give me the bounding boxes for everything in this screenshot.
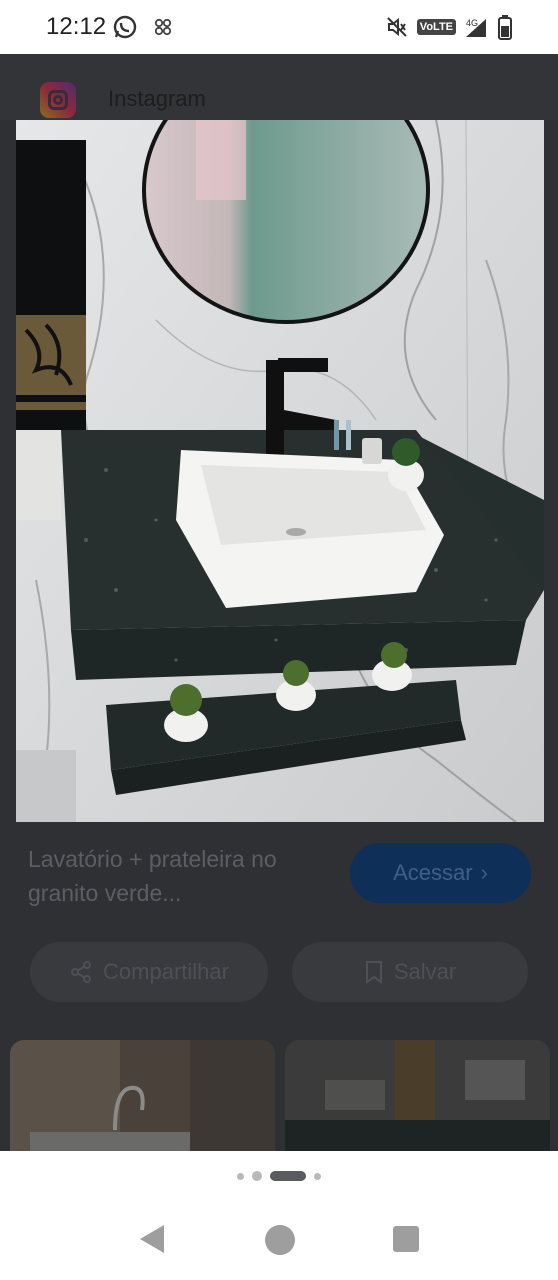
related-result-thumbnail[interactable] — [10, 1040, 275, 1151]
bookmark-icon — [365, 961, 382, 984]
result-image[interactable] — [16, 120, 544, 822]
share-button-label: Compartilhar — [103, 959, 229, 984]
instagram-icon — [40, 82, 76, 118]
related-result-thumbnail[interactable] — [285, 1040, 550, 1151]
source-bar[interactable] — [0, 54, 558, 120]
volte-badge: VoLTE — [416, 19, 456, 35]
back-icon[interactable] — [138, 1223, 166, 1255]
source-name[interactable]: Instagram — [108, 86, 206, 112]
status-bar: 12:12 VoLTE 4G — [0, 0, 558, 54]
apps-icon — [154, 18, 172, 36]
pager-dot-active — [270, 1171, 306, 1181]
pager-dot — [237, 1172, 244, 1180]
save-button-label: Salvar — [393, 959, 457, 984]
visit-button-label: Acessar — [393, 860, 473, 885]
recent-apps-icon[interactable] — [393, 1226, 419, 1252]
status-time: 12:12 — [46, 13, 107, 40]
visit-button[interactable]: Acessar › — [350, 843, 531, 903]
signal-icon: 4G — [466, 18, 486, 37]
save-button[interactable]: Salvar — [292, 942, 528, 1002]
result-title: Lavatório + prateleira no granito verde.… — [28, 846, 277, 906]
bathroom-photo — [16, 120, 544, 822]
whatsapp-icon — [113, 15, 137, 39]
image-pager — [0, 1151, 558, 1201]
network-label: 4G — [466, 18, 478, 28]
chevron-right-icon: › — [480, 860, 488, 885]
related-image-2 — [285, 1040, 550, 1151]
system-navigation-bar — [0, 1201, 558, 1280]
share-icon — [71, 961, 92, 983]
mute-icon — [387, 17, 407, 37]
related-image-1 — [10, 1040, 275, 1151]
pager-dot — [252, 1171, 262, 1181]
battery-icon — [498, 15, 512, 40]
pager-dot — [314, 1172, 321, 1180]
home-icon[interactable] — [265, 1225, 295, 1255]
share-button[interactable]: Compartilhar — [30, 942, 268, 1002]
